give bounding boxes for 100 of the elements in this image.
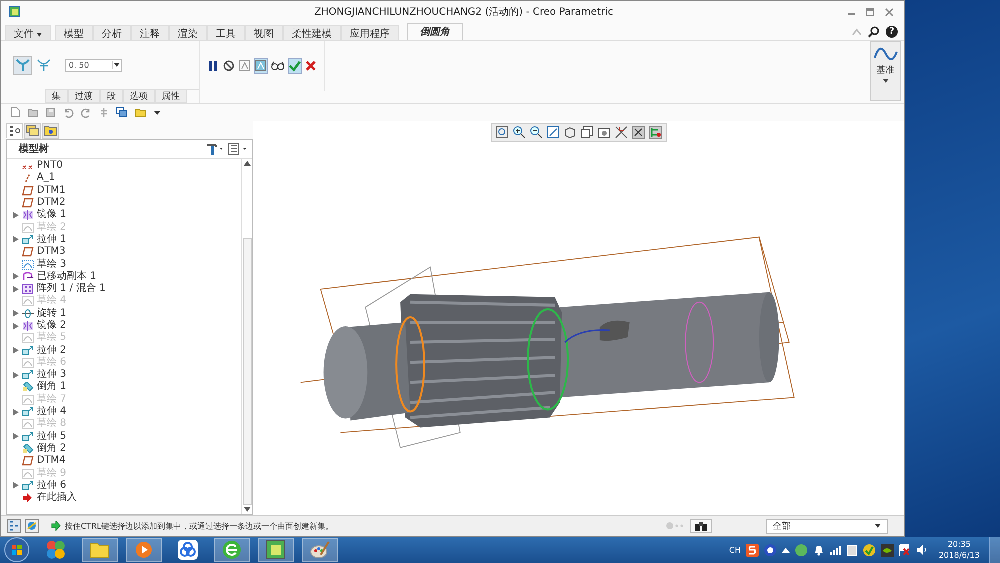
file-explorer-icon[interactable] <box>82 538 118 562</box>
tree-item[interactable]: DTM2 <box>37 197 66 210</box>
refit-icon[interactable] <box>496 126 508 139</box>
tree-item[interactable]: 拉伸 6 <box>37 480 67 492</box>
radius-field[interactable]: 0. 50 <box>65 58 122 72</box>
folder-icon[interactable] <box>135 107 147 118</box>
datum-button[interactable]: 基准 <box>870 41 901 101</box>
scrollbar[interactable] <box>241 159 252 514</box>
new-file-icon[interactable] <box>11 107 21 118</box>
expand-arrow-icon[interactable] <box>13 372 19 379</box>
clock[interactable]: 20:35 2018/6/13 <box>938 539 980 561</box>
expand-arrow-icon[interactable] <box>13 286 19 293</box>
ribbon-tab[interactable]: 模型 <box>55 25 94 40</box>
expand-arrow-icon[interactable] <box>13 322 19 330</box>
flag-icon[interactable] <box>898 544 911 556</box>
expand-arrow-icon[interactable] <box>13 236 19 244</box>
panel-tab[interactable]: 选项 <box>123 90 155 103</box>
ribbon-tab[interactable]: 应用程序 <box>341 25 400 40</box>
no-preview-button[interactable] <box>222 58 236 74</box>
tree-item[interactable]: PNT0 <box>37 160 63 172</box>
favorites-tab[interactable] <box>42 123 59 139</box>
expand-arrow-icon[interactable] <box>13 310 19 318</box>
scroll-up-icon[interactable] <box>244 161 250 166</box>
tree-item[interactable]: 已移动副本 1 <box>37 270 97 283</box>
paint-app-icon[interactable] <box>302 538 338 562</box>
ribbon-tab[interactable]: 注释 <box>131 25 170 40</box>
panel-tab[interactable]: 过渡 <box>68 90 100 103</box>
tree-item[interactable]: 拉伸 1 <box>37 234 67 246</box>
file-menu[interactable]: 文件 <box>5 25 52 40</box>
tree-item[interactable]: A_1 <box>37 172 56 184</box>
model-tree-tab[interactable] <box>6 123 23 139</box>
ribbon-tab[interactable]: 视图 <box>245 25 284 40</box>
volume-icon[interactable] <box>916 544 928 556</box>
view-manager-icon[interactable] <box>598 126 610 139</box>
windows-icon[interactable] <box>116 107 128 118</box>
tree-item[interactable]: DTM3 <box>37 246 66 258</box>
help-button[interactable]: ? <box>886 26 898 38</box>
saved-views-icon[interactable] <box>580 126 594 139</box>
tree-item[interactable]: DTM4 <box>37 455 66 468</box>
expand-arrow-icon[interactable] <box>13 273 19 280</box>
tree-item[interactable]: 倒角 2 <box>37 442 67 455</box>
browser-toggle-icon[interactable] <box>25 519 39 533</box>
browser-icon[interactable] <box>214 538 250 562</box>
redo-icon[interactable] <box>81 108 92 118</box>
tree-item[interactable]: 草绘 3 <box>37 258 67 271</box>
tree-item[interactable]: 拉伸 4 <box>37 406 67 418</box>
find-button[interactable] <box>690 519 712 533</box>
tree-item[interactable]: 旋转 1 <box>37 308 67 320</box>
language-indicator[interactable]: CH <box>729 546 741 554</box>
expand-arrow-icon[interactable] <box>13 347 19 354</box>
undo-icon[interactable] <box>63 108 74 118</box>
tree-item[interactable]: 阵列 1 / 混合 1 <box>37 283 106 296</box>
search-icon[interactable] <box>868 26 880 38</box>
expand-arrow-icon[interactable] <box>13 408 19 416</box>
panel-tab[interactable]: 属性 <box>155 90 187 103</box>
tree-item[interactable]: 拉伸 2 <box>37 344 67 357</box>
verify-button[interactable] <box>254 58 268 74</box>
tree-item[interactable]: 在此插入 <box>37 492 77 504</box>
notification-bell-icon[interactable] <box>812 544 825 556</box>
tree-toggle-icon[interactable] <box>7 519 21 533</box>
fillet-set-button[interactable] <box>13 56 32 74</box>
selection-filter[interactable]: 全部 <box>766 518 888 534</box>
ribbon-tab[interactable]: 工具 <box>207 25 246 40</box>
ribbon-tab[interactable]: 渲染 <box>169 25 208 40</box>
shield-icon[interactable] <box>862 544 876 556</box>
expand-arrow-icon[interactable] <box>13 212 19 219</box>
ribbon-tab[interactable]: 分析 <box>93 25 132 40</box>
expand-arrow-icon[interactable] <box>13 482 19 490</box>
show-list-icon[interactable] <box>228 143 248 155</box>
dropdown-arrow-icon[interactable] <box>112 61 121 69</box>
tree-item[interactable]: 倒角 1 <box>37 381 67 394</box>
save-icon[interactable] <box>46 108 56 118</box>
start-button[interactable] <box>4 537 30 563</box>
ribbon-tab[interactable]: 倒圆角 <box>407 23 464 40</box>
scroll-down-icon[interactable] <box>244 507 250 512</box>
media-player-icon[interactable] <box>126 538 162 562</box>
repaint-icon[interactable] <box>546 126 560 139</box>
tree-item[interactable]: 拉伸 5 <box>37 430 67 443</box>
ribbon-tab[interactable]: 柔性建模 <box>283 25 342 40</box>
graphics-driver-icon[interactable] <box>880 544 894 556</box>
folder-browser-tab[interactable] <box>24 123 41 139</box>
input-method-icon[interactable] <box>746 544 759 556</box>
panel-tab[interactable]: 集 <box>45 90 68 103</box>
tree-item[interactable]: 镜像 2 <box>37 320 67 332</box>
tray-app-icon[interactable] <box>794 544 808 556</box>
show-hidden-icons[interactable] <box>782 546 790 554</box>
tree-item[interactable]: 拉伸 3 <box>37 369 67 382</box>
close-icon[interactable] <box>885 8 894 16</box>
tree-item[interactable]: 镜像 1 <box>37 209 67 222</box>
tree-item[interactable]: DTM1 <box>37 184 66 197</box>
help-tray-icon[interactable] <box>764 544 777 556</box>
creo-app-icon[interactable] <box>258 538 294 562</box>
settings-icon[interactable] <box>205 143 223 155</box>
panel-tab[interactable]: 段 <box>100 90 123 103</box>
customize-arrow-icon[interactable] <box>154 110 161 116</box>
open-folder-icon[interactable] <box>28 108 39 118</box>
zoom-out-icon[interactable] <box>530 126 542 139</box>
expand-arrow-icon[interactable] <box>13 433 19 440</box>
restore-icon[interactable] <box>866 8 875 16</box>
pause-button[interactable] <box>206 58 220 74</box>
